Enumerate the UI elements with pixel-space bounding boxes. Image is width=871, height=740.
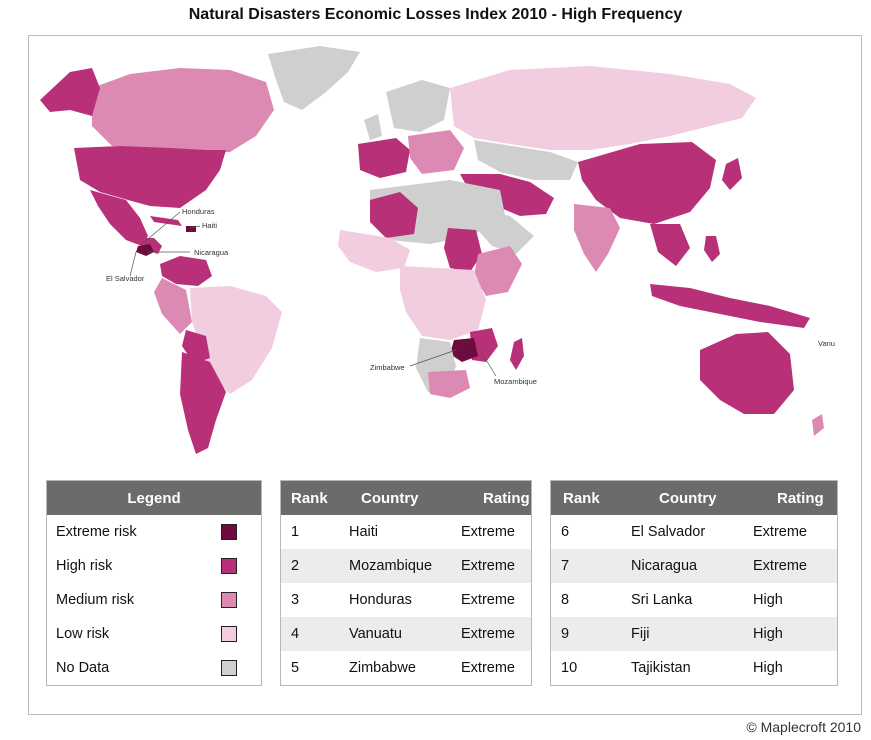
- region-south-africa: [428, 370, 470, 398]
- rank-cell: 6: [561, 524, 570, 540]
- rating-cell: Extreme: [461, 592, 515, 608]
- country-cell: Nicaragua: [631, 558, 698, 574]
- country-cell: El Salvador: [631, 524, 706, 540]
- rank-cell: 9: [561, 626, 570, 642]
- table-header: Rank Country Rating: [551, 481, 837, 515]
- rating-cell: Extreme: [753, 524, 807, 540]
- table-row: 5 Zimbabwe Extreme: [281, 651, 531, 685]
- legend-row: Extreme risk: [47, 515, 261, 549]
- region-peru: [154, 278, 192, 334]
- label-zimbabwe: Zimbabwe: [370, 363, 405, 372]
- legend-label: Extreme risk: [56, 524, 137, 540]
- region-central-africa: [400, 266, 486, 340]
- region-uk: [364, 114, 382, 140]
- legend-swatch-high: [221, 558, 237, 574]
- copyright-text: © Maplecroft 2010: [746, 719, 861, 735]
- legend-label: Low risk: [56, 626, 110, 642]
- rating-cell: Extreme: [461, 626, 515, 642]
- region-indonesia: [650, 284, 810, 328]
- region-madagascar: [510, 338, 524, 370]
- region-europe-north: [386, 80, 450, 132]
- label-el-salvador: El Salvador: [106, 274, 145, 283]
- country-cell: Mozambique: [349, 558, 433, 574]
- rank-cell: 3: [291, 592, 300, 608]
- table-header: Rank Country Rating: [281, 481, 531, 515]
- table-row: 4 Vanuatu Extreme: [281, 617, 531, 651]
- col-country: Country: [659, 489, 717, 507]
- table-row: 6 El Salvador Extreme: [551, 515, 837, 549]
- label-nicaragua: Nicaragua: [194, 248, 229, 257]
- col-rank: Rank: [291, 489, 328, 507]
- rating-cell: High: [753, 660, 783, 676]
- region-europe-west: [358, 138, 410, 178]
- region-russia: [450, 66, 756, 150]
- rank-cell: 4: [291, 626, 300, 642]
- rating-cell: High: [753, 626, 783, 642]
- country-cell: Fiji: [631, 626, 650, 642]
- table-row: 10 Tajikistan High: [551, 651, 837, 685]
- region-new-zealand: [812, 414, 824, 436]
- table-row: 3 Honduras Extreme: [281, 583, 531, 617]
- legend-row: High risk: [47, 549, 261, 583]
- col-rank: Rank: [563, 489, 600, 507]
- legend-row: No Data: [47, 651, 261, 685]
- table-row: 2 Mozambique Extreme: [281, 549, 531, 583]
- label-haiti: Haiti: [202, 221, 217, 230]
- region-europe-central: [408, 130, 464, 174]
- rating-cell: Extreme: [461, 660, 515, 676]
- rank-cell: 8: [561, 592, 570, 608]
- legend-swatch-nodata: [221, 660, 237, 676]
- legend-label: Medium risk: [56, 592, 135, 608]
- table-row: 9 Fiji High: [551, 617, 837, 651]
- legend-panel: Legend Extreme risk High risk Medium ris…: [46, 480, 262, 686]
- region-southeast-asia: [650, 224, 690, 266]
- rankings-table-bottom: Rank Country Rating 6 El Salvador Extrem…: [550, 480, 838, 686]
- label-honduras: Honduras: [182, 207, 215, 216]
- world-map: Honduras Haiti Nicaragua El Salvador Zim…: [40, 46, 835, 454]
- legend-swatch-medium: [221, 592, 237, 608]
- table-row: 1 Haiti Extreme: [281, 515, 531, 549]
- legend-swatch-extreme: [221, 524, 237, 540]
- col-rating: Rating: [483, 489, 530, 507]
- country-cell: Haiti: [349, 524, 379, 540]
- rankings-table-top: Rank Country Rating 1 Haiti Extreme 2 Mo…: [280, 480, 532, 686]
- country-cell: Zimbabwe: [349, 660, 416, 676]
- country-cell: Vanuatu: [349, 626, 402, 642]
- rank-cell: 2: [291, 558, 300, 574]
- region-india: [574, 204, 620, 272]
- region-alaska: [40, 68, 100, 116]
- country-cell: Sri Lanka: [631, 592, 693, 608]
- legend-swatch-low: [221, 626, 237, 642]
- table-row: 8 Sri Lanka High: [551, 583, 837, 617]
- label-vanuatu: Vanu: [818, 339, 835, 348]
- rank-cell: 5: [291, 660, 300, 676]
- legend-header: Legend: [47, 481, 261, 515]
- region-japan: [722, 158, 742, 190]
- legend-label: High risk: [56, 558, 113, 574]
- country-cell: Tajikistan: [631, 660, 691, 676]
- region-philippines: [704, 236, 720, 262]
- label-mozambique: Mozambique: [494, 377, 537, 386]
- region-greenland: [268, 46, 360, 110]
- rating-cell: Extreme: [753, 558, 807, 574]
- legend-label: No Data: [56, 660, 110, 676]
- region-cuba: [150, 216, 182, 226]
- table-row: 7 Nicaragua Extreme: [551, 549, 837, 583]
- legend-row: Low risk: [47, 617, 261, 651]
- rating-cell: Extreme: [461, 558, 515, 574]
- region-australia: [700, 332, 794, 414]
- country-cell: Honduras: [349, 592, 412, 608]
- rating-cell: High: [753, 592, 783, 608]
- rank-cell: 10: [561, 660, 578, 676]
- rank-cell: 1: [291, 524, 300, 540]
- col-rating: Rating: [777, 489, 824, 507]
- rating-cell: Extreme: [461, 524, 515, 540]
- col-country: Country: [361, 489, 419, 507]
- page-title: Natural Disasters Economic Losses Index …: [188, 6, 683, 23]
- legend-row: Medium risk: [47, 583, 261, 617]
- rank-cell: 7: [561, 558, 570, 574]
- region-canada: [92, 68, 274, 152]
